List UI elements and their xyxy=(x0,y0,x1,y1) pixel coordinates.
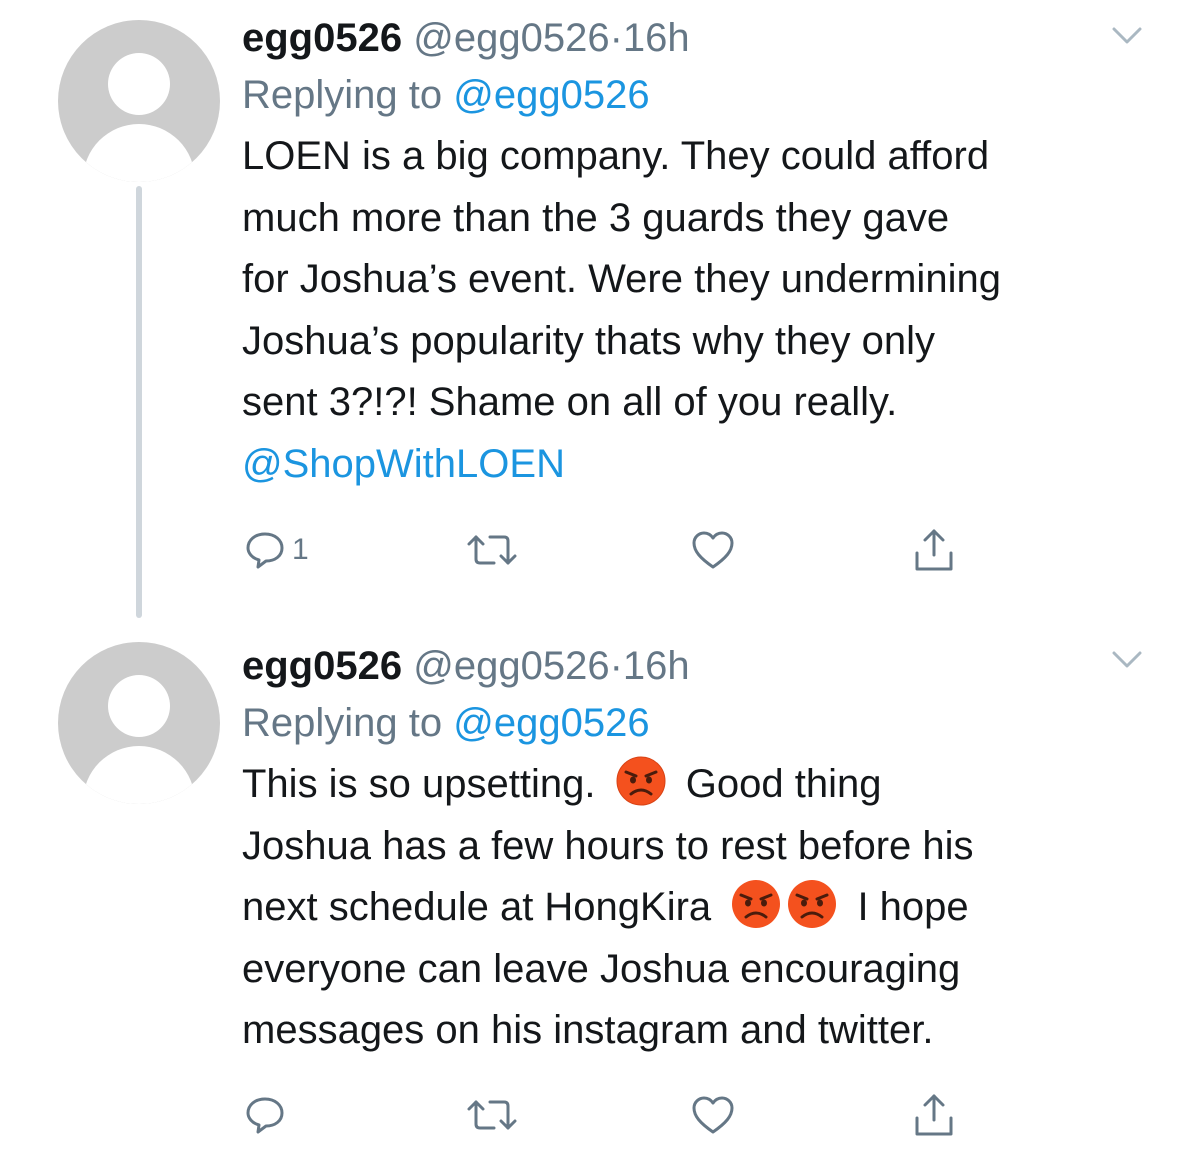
timestamp[interactable]: 16h xyxy=(623,16,690,60)
tweet-header: egg0526 @egg0526·16h xyxy=(242,640,1162,692)
tweet-text-segment: This is so upsetting. xyxy=(242,762,596,806)
tweet-text-line: messages on his instagram and twitter. xyxy=(242,1008,934,1052)
tweet-content: egg0526 @egg0526·16h Replying to @egg052… xyxy=(242,640,1162,1062)
user-handle[interactable]: @egg0526 xyxy=(413,16,609,60)
like-icon xyxy=(692,531,734,569)
display-name[interactable]: egg0526 xyxy=(242,644,402,688)
avatar-head-shape xyxy=(108,53,170,115)
separator-dot: · xyxy=(609,16,623,60)
share-icon xyxy=(915,529,953,571)
chevron-down-icon[interactable] xyxy=(1112,650,1142,670)
angry-face-emoji-icon xyxy=(788,880,837,928)
tweet-text: LOEN is a big company. They could afford… xyxy=(242,126,1162,495)
user-handle[interactable]: @egg0526 xyxy=(413,644,609,688)
tweet-actions: 1 xyxy=(244,525,964,575)
tweet-text-line: Joshua’s popularity thats why they only xyxy=(242,318,935,363)
reply-button[interactable]: 1 xyxy=(244,525,309,575)
replying-to: Replying to @egg0526 xyxy=(242,64,1162,126)
tweet-text-line: for Joshua’s event. Were they underminin… xyxy=(242,257,1001,301)
display-name[interactable]: egg0526 xyxy=(242,16,402,60)
retweet-icon xyxy=(467,1100,517,1130)
like-button[interactable] xyxy=(690,1090,742,1140)
avatar-head-shape xyxy=(108,675,170,737)
replying-to-label: Replying to xyxy=(242,73,443,117)
mention-link[interactable]: @ShopWithLOEN xyxy=(242,434,1162,496)
tweet-content: egg0526 @egg0526·16h Replying to @egg052… xyxy=(242,12,1162,495)
tweet-text-line: sent 3?!?! Shame on all of you really. xyxy=(242,380,898,424)
replying-to: Replying to @egg0526 xyxy=(242,692,1162,754)
like-icon xyxy=(692,1096,734,1134)
angry-face-emoji-icon xyxy=(616,756,666,806)
timestamp[interactable]: 16h xyxy=(623,644,690,688)
avatar-body-shape xyxy=(83,746,195,804)
thread-line xyxy=(136,186,142,618)
reply-count: 1 xyxy=(292,533,309,566)
reply-button[interactable] xyxy=(244,1090,292,1140)
retweet-icon xyxy=(467,535,517,565)
replying-to-mention[interactable]: @egg0526 xyxy=(453,701,649,745)
chevron-down-icon[interactable] xyxy=(1112,26,1142,46)
tweet[interactable]: egg0526 @egg0526·16h Replying to @egg052… xyxy=(0,0,1200,620)
retweet-button[interactable] xyxy=(466,525,524,575)
avatar-body-shape xyxy=(83,124,195,182)
tweet-actions xyxy=(244,1090,964,1140)
replying-to-label: Replying to xyxy=(242,701,443,745)
reply-icon xyxy=(246,1097,284,1134)
avatar[interactable] xyxy=(58,20,220,182)
avatar[interactable] xyxy=(58,642,220,804)
tweet-text-line: much more than the 3 guards they gave xyxy=(242,195,950,240)
angry-face-emoji-icon xyxy=(732,880,781,928)
tweet-text: This is so upsetting. Good thing Joshua … xyxy=(242,754,1162,1062)
tweet-text-line: Joshua has a few hours to rest before hi… xyxy=(242,823,974,868)
share-icon xyxy=(915,1094,953,1136)
tweet-text-line: This is so upsetting. Good thing xyxy=(242,754,1162,816)
tweet-text-segment: Good thing xyxy=(685,762,882,806)
share-button[interactable] xyxy=(912,525,956,575)
tweet-header: egg0526 @egg0526·16h xyxy=(242,12,1162,64)
tweet-text-line: LOEN is a big company. They could afford xyxy=(242,134,990,178)
replying-to-mention[interactable]: @egg0526 xyxy=(453,73,649,117)
reply-icon xyxy=(246,532,284,569)
tweet-text-segment: next schedule at HongKira xyxy=(242,885,712,929)
separator-dot: · xyxy=(609,644,623,688)
tweet-text-segment: I hope xyxy=(857,885,969,929)
tweet[interactable]: egg0526 @egg0526·16h Replying to @egg052… xyxy=(0,628,1200,1153)
share-button[interactable] xyxy=(912,1090,956,1140)
retweet-button[interactable] xyxy=(466,1090,524,1140)
like-button[interactable] xyxy=(690,525,742,575)
tweet-text-line: everyone can leave Joshua encouraging xyxy=(242,946,961,991)
tweet-text-line: next schedule at HongKira I hope xyxy=(242,877,1162,939)
